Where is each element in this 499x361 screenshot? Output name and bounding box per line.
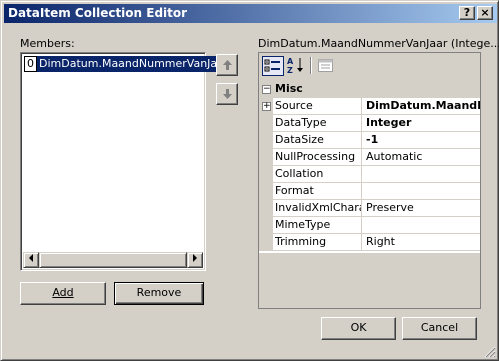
cancel-button-label: Cancel	[420, 321, 459, 334]
property-name: NullProcessing	[275, 149, 362, 166]
property-row[interactable]: Collation	[259, 166, 480, 183]
property-name: Format	[275, 183, 362, 200]
property-table: − Misc +SourceDimDatum.MaandNuDataTypeIn…	[259, 81, 480, 308]
property-row-margin	[259, 183, 273, 200]
list-item[interactable]: 0 DimDatum.MaandNummerVanJaar	[24, 56, 231, 72]
property-value[interactable]: DimDatum.MaandNu	[364, 98, 480, 115]
property-row-margin	[259, 234, 273, 251]
members-listbox[interactable]: 0 DimDatum.MaandNummerVanJaar	[20, 52, 231, 271]
scroll-right-button[interactable]	[187, 252, 203, 268]
property-name: Trimming	[275, 234, 362, 251]
category-row[interactable]: − Misc	[259, 81, 480, 98]
alphabetical-button[interactable]: A Z	[285, 56, 307, 76]
categorized-icon	[264, 59, 280, 72]
resize-grip-icon[interactable]	[484, 346, 496, 358]
property-grid[interactable]: A Z − Misc + Source DimDatum.Maand DataT…	[258, 52, 481, 309]
property-name: MimeType	[275, 217, 362, 234]
property-pages-icon	[318, 59, 333, 72]
property-value[interactable]: Preserve	[364, 200, 480, 217]
property-row-margin	[259, 166, 273, 183]
triangle-left-icon	[29, 254, 33, 262]
property-value[interactable]: Right	[364, 234, 480, 251]
property-pages-button[interactable]	[315, 56, 337, 76]
property-row[interactable]: Trimming Right	[259, 234, 480, 251]
property-name: DataSize	[275, 132, 362, 149]
scroll-left-button[interactable]	[23, 252, 39, 268]
property-row[interactable]: InvalidXmlCharactPreserve	[259, 200, 480, 217]
svg-text:Z: Z	[287, 66, 293, 74]
remove-button-label: Remove	[136, 286, 182, 299]
property-row-margin	[259, 149, 273, 166]
list-item-name: DimDatum.MaandNummerVanJaar	[37, 56, 231, 72]
collapse-icon[interactable]: −	[262, 85, 271, 94]
category-label: Misc	[275, 82, 303, 95]
ok-button[interactable]: OK	[321, 317, 396, 340]
add-button-label: Add	[52, 286, 74, 299]
close-button[interactable]: ×	[477, 6, 493, 20]
property-name: Collation	[275, 166, 362, 183]
arrow-down-icon	[223, 89, 232, 99]
property-row[interactable]: NullProcessing Automatic	[259, 149, 480, 166]
property-value[interactable]	[364, 166, 480, 183]
property-grid-empty-area	[259, 253, 480, 308]
property-name: InvalidXmlCharact	[275, 200, 362, 217]
collection-editor-dialog: DataItem Collection Editor ? × Members: …	[0, 0, 499, 361]
move-down-button[interactable]	[216, 83, 238, 105]
property-value[interactable]: Automatic	[364, 149, 480, 166]
property-value[interactable]	[364, 183, 480, 200]
horizontal-scrollbar[interactable]	[23, 252, 203, 268]
cancel-button[interactable]: Cancel	[402, 317, 477, 340]
property-row-margin	[259, 115, 273, 132]
move-up-button[interactable]	[216, 54, 238, 76]
property-value[interactable]: -1	[364, 132, 480, 149]
categorized-button[interactable]	[262, 56, 284, 76]
triangle-right-icon	[193, 254, 197, 262]
arrow-up-icon	[223, 60, 232, 70]
add-button[interactable]: Add	[20, 282, 106, 305]
list-item-index: 0	[24, 56, 37, 72]
property-name: Source	[275, 98, 362, 115]
property-row[interactable]: Format	[259, 183, 480, 200]
property-row-margin	[259, 217, 273, 234]
property-row-margin: +	[259, 98, 273, 115]
window-title: DataItem Collection Editor	[8, 6, 188, 20]
property-grid-toolbar: A Z	[259, 53, 480, 78]
property-name: DataType	[275, 115, 362, 132]
property-row[interactable]: + SourceDimDatum.MaandNu	[259, 98, 480, 115]
svg-text:A: A	[287, 57, 294, 66]
expand-icon[interactable]: +	[262, 102, 271, 111]
toolbar-separator	[310, 57, 312, 74]
property-value[interactable]: Integer	[364, 115, 480, 132]
alphabetical-icon: A Z	[287, 57, 303, 74]
properties-header: DimDatum.MaandNummerVanJaar (Intege...	[258, 37, 499, 50]
members-label: Members:	[20, 37, 75, 50]
property-value[interactable]	[364, 217, 480, 234]
property-row-margin	[259, 132, 273, 149]
title-bar[interactable]: DataItem Collection Editor ? ×	[4, 4, 497, 23]
ok-button-label: OK	[350, 321, 367, 334]
help-button[interactable]: ?	[459, 6, 475, 20]
property-row[interactable]: DataSize -1	[259, 132, 480, 149]
property-row-margin	[259, 200, 273, 217]
remove-button[interactable]: Remove	[114, 282, 204, 305]
property-row[interactable]: DataType Integer	[259, 115, 480, 132]
scroll-thumb[interactable]	[39, 252, 187, 268]
property-row[interactable]: MimeType	[259, 217, 480, 234]
